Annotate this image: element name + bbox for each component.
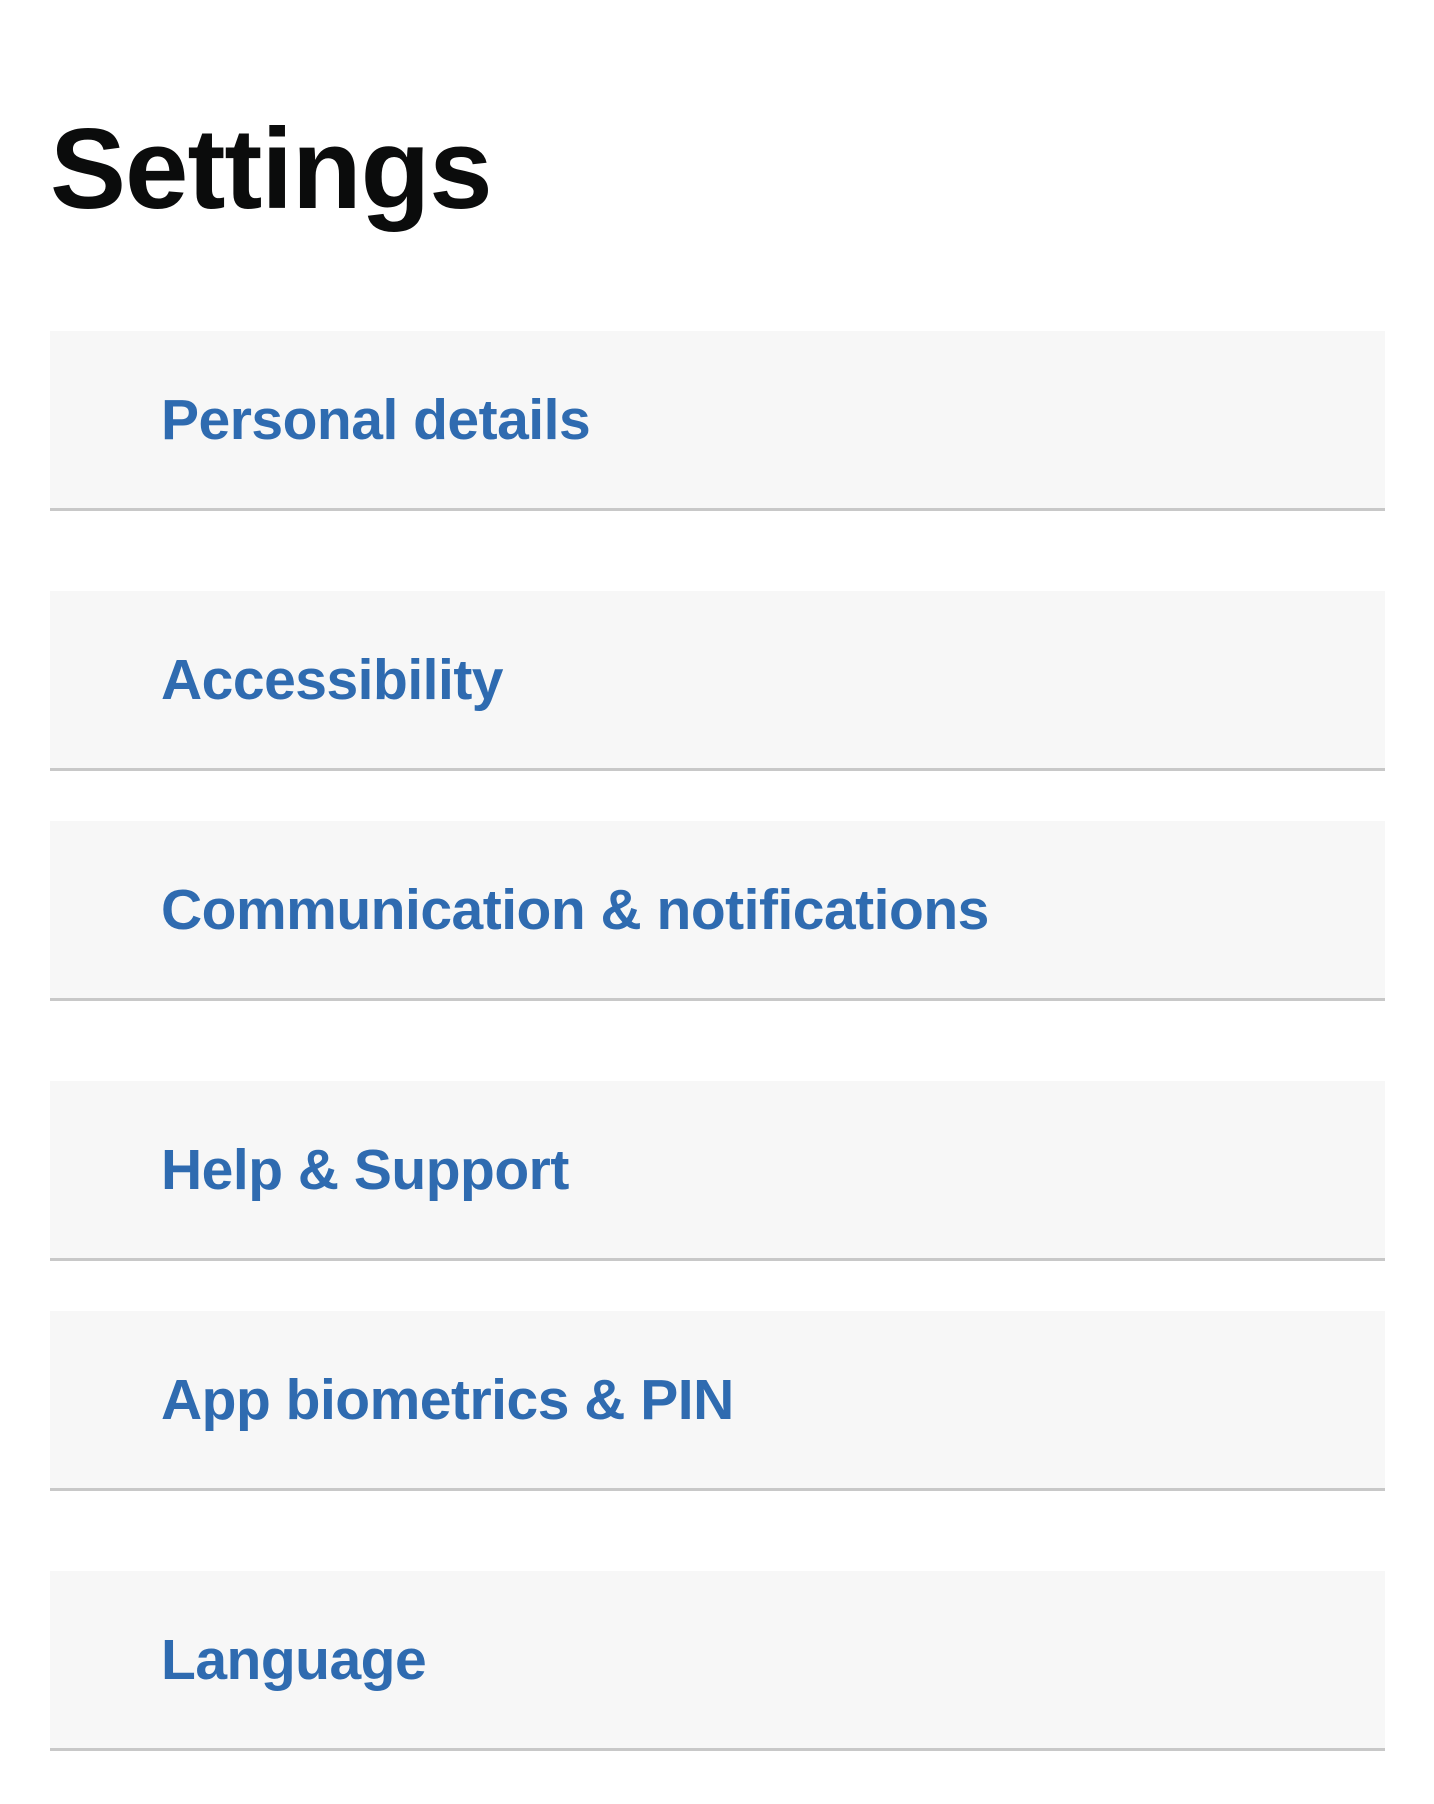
menu-item-accessibility[interactable]: Accessibility — [50, 591, 1385, 771]
menu-item-help-support[interactable]: Help & Support — [50, 1081, 1385, 1261]
menu-item-label: App biometrics & PIN — [161, 1367, 734, 1432]
menu-item-personal-details[interactable]: Personal details — [50, 331, 1385, 511]
menu-item-label: Personal details — [161, 387, 591, 452]
page-title: Settings — [50, 106, 493, 233]
menu-item-label: Accessibility — [161, 647, 504, 712]
menu-item-communication-notifications[interactable]: Communication & notifications — [50, 821, 1385, 1001]
menu-item-language[interactable]: Language — [50, 1571, 1385, 1751]
menu-item-app-biometrics-pin[interactable]: App biometrics & PIN — [50, 1311, 1385, 1491]
menu-item-label: Help & Support — [161, 1137, 569, 1202]
menu-item-label: Communication & notifications — [161, 877, 989, 942]
menu-item-label: Language — [161, 1627, 427, 1692]
